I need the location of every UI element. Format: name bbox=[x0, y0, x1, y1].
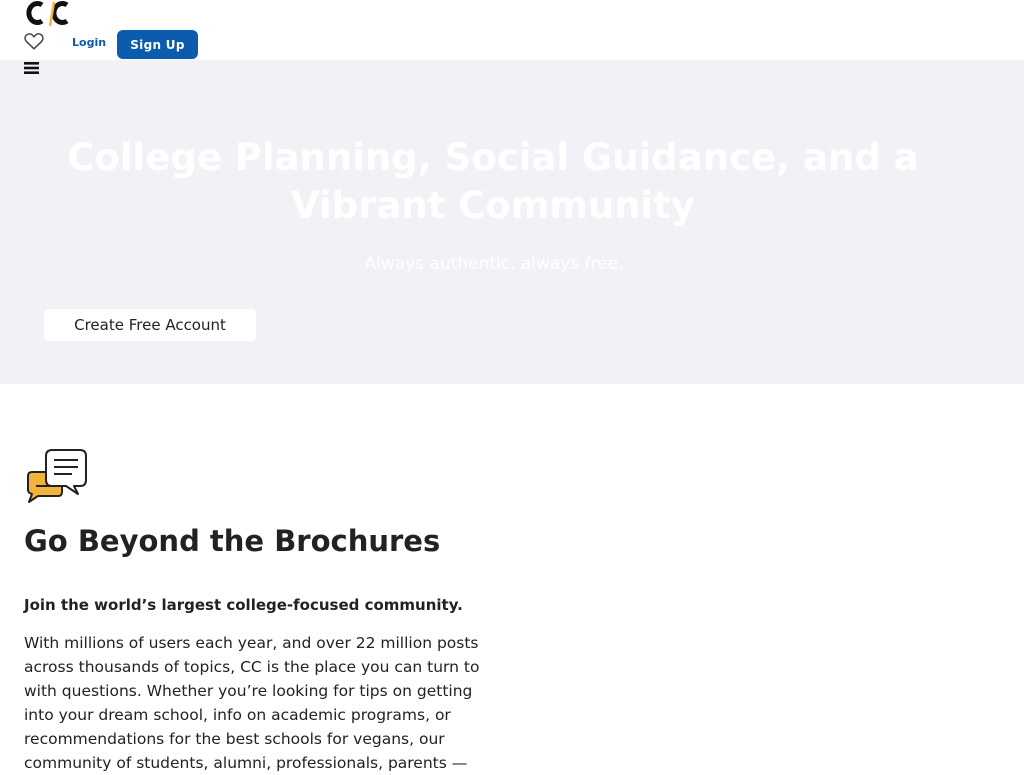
hamburger-menu-icon[interactable] bbox=[24, 61, 40, 75]
login-link[interactable]: Login bbox=[72, 36, 106, 49]
hero-section: College Planning, Social Guidance, and a… bbox=[0, 60, 1024, 384]
cc-logo-icon[interactable] bbox=[24, 0, 70, 28]
section-body: With millions of users each year, and ov… bbox=[24, 634, 480, 772]
section-title: Go Beyond the Brochures bbox=[24, 524, 441, 558]
hero-title: College Planning, Social Guidance, and a… bbox=[67, 136, 919, 227]
site-header: Login Sign Up bbox=[0, 0, 1024, 60]
chat-bubbles-icon bbox=[27, 449, 87, 503]
signup-button[interactable]: Sign Up bbox=[117, 30, 198, 59]
hero-subtitle: Always authentic, always free. bbox=[364, 254, 624, 274]
section-lead: Join the world’s largest college-focused… bbox=[24, 596, 463, 614]
create-free-account-button[interactable]: Create Free Account bbox=[44, 309, 256, 341]
heart-icon[interactable] bbox=[23, 30, 45, 52]
